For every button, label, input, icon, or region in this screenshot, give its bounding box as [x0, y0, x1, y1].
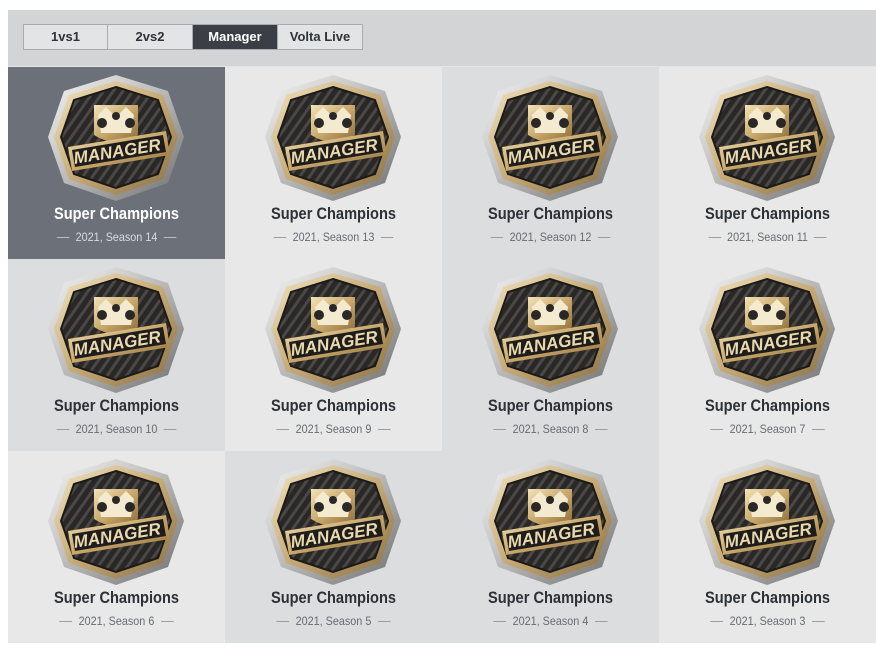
tab-volta-live[interactable]: Volta Live [278, 25, 362, 49]
award-title: Super Champions [704, 588, 831, 607]
award-season: 2021, Season 14 [19, 230, 214, 244]
award-title: Super Champions [53, 588, 180, 607]
manager-badge-icon: MANAGER [48, 267, 184, 393]
award-season: 2021, Season 6 [19, 614, 214, 628]
award-title: Super Champions [270, 396, 397, 415]
tab-manager[interactable]: Manager [193, 25, 278, 49]
manager-badge-icon: MANAGER [482, 459, 618, 585]
manager-badge-icon: MANAGER [265, 459, 401, 585]
award-card[interactable]: MANAGER Super Champions 2021, Season 10 [8, 259, 225, 451]
award-card[interactable]: MANAGER Super Champions 2021, Season 3 [659, 451, 876, 643]
award-season: 2021, Season 7 [670, 422, 865, 436]
award-title: Super Champions [53, 204, 180, 223]
award-title: Super Champions [270, 588, 397, 607]
manager-badge-icon: MANAGER [482, 267, 618, 393]
award-title: Super Champions [487, 396, 614, 415]
manager-badge-icon: MANAGER [699, 75, 835, 201]
award-season: 2021, Season 13 [236, 230, 431, 244]
manager-badge-icon: MANAGER [699, 267, 835, 393]
manager-badge-icon: MANAGER [48, 459, 184, 585]
award-season: 2021, Season 12 [453, 230, 648, 244]
manager-badge-icon: MANAGER [482, 75, 618, 201]
award-season: 2021, Season 4 [453, 614, 648, 628]
award-title: Super Champions [53, 396, 180, 415]
award-season: 2021, Season 9 [236, 422, 431, 436]
award-card[interactable]: MANAGER Super Champions 2021, Season 11 [659, 67, 876, 259]
award-title: Super Champions [487, 588, 614, 607]
award-title: Super Champions [487, 204, 614, 223]
mode-tab-bar: 1vs1 2vs2 Manager Volta Live [8, 10, 876, 66]
award-season: 2021, Season 8 [453, 422, 648, 436]
award-season: 2021, Season 5 [236, 614, 431, 628]
trophy-cabinet: 1vs1 2vs2 Manager Volta Live MANAGER Sup… [8, 10, 876, 643]
award-card[interactable]: MANAGER Super Champions 2021, Season 4 [442, 451, 659, 643]
award-card[interactable]: MANAGER Super Champions 2021, Season 8 [442, 259, 659, 451]
award-grid: MANAGER Super Champions 2021, Season 14 M… [8, 67, 876, 643]
award-season: 2021, Season 11 [670, 230, 865, 244]
award-card[interactable]: MANAGER Super Champions 2021, Season 5 [225, 451, 442, 643]
award-season: 2021, Season 10 [19, 422, 214, 436]
award-title: Super Champions [270, 204, 397, 223]
manager-badge-icon: MANAGER [699, 459, 835, 585]
tab-2vs2[interactable]: 2vs2 [108, 25, 193, 49]
award-title: Super Champions [704, 204, 831, 223]
manager-badge-icon: MANAGER [265, 267, 401, 393]
award-season: 2021, Season 3 [670, 614, 865, 628]
manager-badge-icon: MANAGER [265, 75, 401, 201]
mode-tabs: 1vs1 2vs2 Manager Volta Live [23, 24, 363, 50]
award-card[interactable]: MANAGER Super Champions 2021, Season 6 [8, 451, 225, 643]
award-card[interactable]: MANAGER Super Champions 2021, Season 14 [8, 67, 225, 259]
tab-1vs1[interactable]: 1vs1 [24, 25, 108, 49]
award-title: Super Champions [704, 396, 831, 415]
award-card[interactable]: MANAGER Super Champions 2021, Season 12 [442, 67, 659, 259]
award-card[interactable]: MANAGER Super Champions 2021, Season 9 [225, 259, 442, 451]
award-card[interactable]: MANAGER Super Champions 2021, Season 7 [659, 259, 876, 451]
manager-badge-icon: MANAGER [48, 75, 184, 201]
award-card[interactable]: MANAGER Super Champions 2021, Season 13 [225, 67, 442, 259]
